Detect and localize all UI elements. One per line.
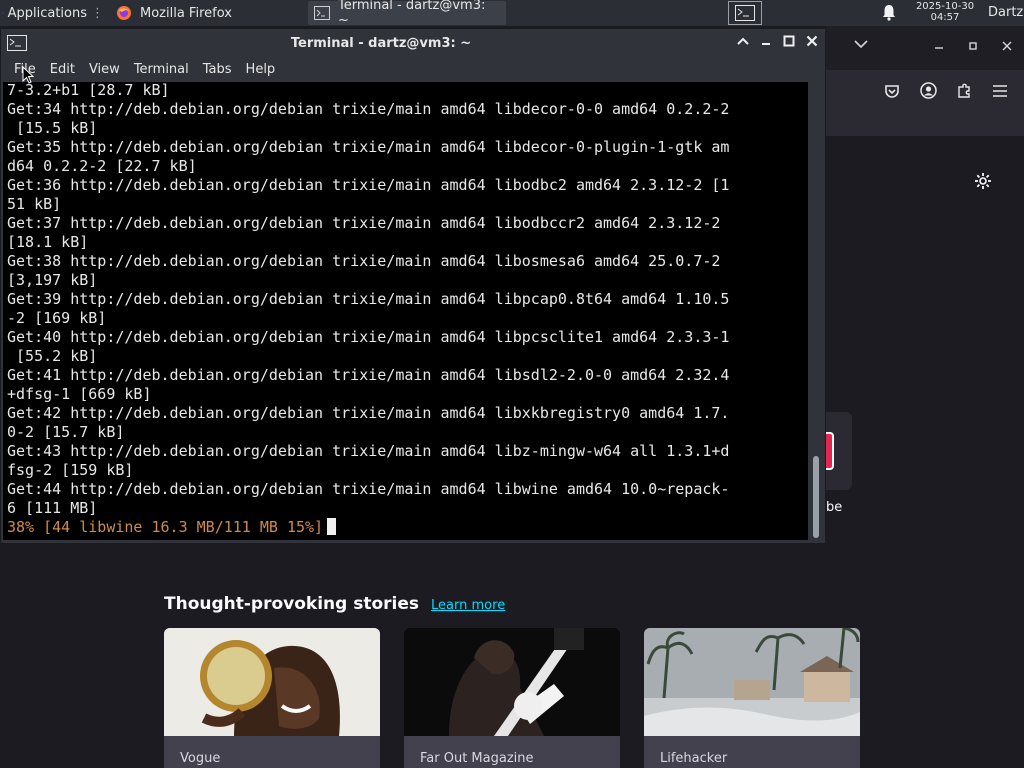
learn-more-link[interactable]: Learn more xyxy=(431,598,505,613)
terminal-line: [55.2 kB] xyxy=(7,347,98,365)
notification-bell-icon[interactable] xyxy=(881,4,897,25)
story-image xyxy=(404,628,620,736)
scrollbar-thumb[interactable] xyxy=(813,456,819,538)
pocket-icon[interactable] xyxy=(884,83,900,103)
menu-edit[interactable]: Edit xyxy=(43,62,82,77)
terminal-line: Get:42 http://deb.debian.org/debian trix… xyxy=(7,404,730,422)
terminal-line: d64 0.2.2-2 [22.7 kB] xyxy=(7,157,197,175)
minimize-icon[interactable] xyxy=(758,35,774,51)
story-image xyxy=(644,628,860,736)
maximize-icon[interactable] xyxy=(968,40,978,55)
clock-date: 2025-10-30 xyxy=(915,1,975,12)
terminal-progress-line: 38% [44 libwine 16.3 MB/111 MB 15%] xyxy=(7,518,729,537)
terminal-output[interactable]: 7-3.2+b1 [28.7 kB] Get:34 http://deb.debi… xyxy=(3,82,808,540)
terminal-line: Get:44 http://deb.debian.org/debian trix… xyxy=(7,480,730,498)
terminal-line: [15.5 kB] xyxy=(7,119,98,137)
user-menu[interactable]: Dartz xyxy=(988,5,1023,20)
terminal-line: 51 kB] xyxy=(7,195,62,213)
maximize-icon[interactable] xyxy=(781,35,797,51)
stories-title: Thought-provoking stories xyxy=(164,594,420,614)
firefox-toolbar-extension xyxy=(826,114,1024,136)
menu-tabs[interactable]: Tabs xyxy=(196,62,239,77)
hamburger-menu-icon[interactable] xyxy=(992,83,1008,102)
story-source: Far Out Magazine xyxy=(420,751,534,766)
terminal-line: Get:37 http://deb.debian.org/debian trix… xyxy=(7,214,721,232)
firefox-tabbar xyxy=(826,26,1024,70)
close-icon[interactable] xyxy=(1002,40,1012,55)
story-card[interactable]: Vogue xyxy=(164,628,380,768)
taskbar-item-label: Mozilla Firefox xyxy=(140,5,232,21)
applications-label: Applications xyxy=(7,5,87,21)
xfce-logo-icon xyxy=(2,12,4,14)
terminal-line: Get:38 http://deb.debian.org/debian trix… xyxy=(7,252,721,270)
firefox-icon xyxy=(117,6,131,20)
terminal-line: Get:41 http://deb.debian.org/debian trix… xyxy=(7,366,730,384)
terminal-window: Terminal - dartz@vm3: ~ File Edit View T… xyxy=(0,28,826,544)
menu-separator-icon: ⋮ xyxy=(91,5,104,21)
terminal-launcher-button[interactable] xyxy=(728,1,762,25)
settings-gear-icon[interactable] xyxy=(974,172,992,194)
taskbar-item-terminal[interactable]: Terminal - dartz@vm3: ~ xyxy=(308,0,506,28)
terminal-line: 6 [111 MB] xyxy=(7,499,98,517)
menu-help[interactable]: Help xyxy=(239,62,283,77)
minimize-icon[interactable] xyxy=(934,40,944,55)
taskbar-item-label: Terminal - dartz@vm3: ~ xyxy=(337,0,486,28)
terminal-line: 0-2 [15.7 kB] xyxy=(7,423,125,441)
shade-chevron-up-icon[interactable] xyxy=(735,35,751,51)
terminal-line: Get:34 http://deb.debian.org/debian trix… xyxy=(7,100,730,118)
clock-time: 04:57 xyxy=(930,12,960,23)
terminal-line: fsg-2 [159 kB] xyxy=(7,461,134,479)
story-image xyxy=(164,628,380,736)
applications-menu-button[interactable]: Applications ⋮ xyxy=(0,0,108,26)
taskbar: Applications ⋮ Mozilla Firefox Terminal … xyxy=(0,0,1024,28)
text-cursor xyxy=(327,518,337,535)
terminal-icon xyxy=(735,5,755,21)
list-all-tabs-chevron-down-icon[interactable] xyxy=(854,38,868,53)
terminal-line: Get:40 http://deb.debian.org/debian trix… xyxy=(7,328,730,346)
firefox-toolbar xyxy=(826,70,1024,114)
stories-header: Thought-provoking stories Learn more xyxy=(164,594,505,614)
terminal-icon xyxy=(314,6,330,20)
close-icon[interactable] xyxy=(804,35,820,51)
terminal-title: Terminal - dartz@vm3: ~ xyxy=(290,35,472,51)
account-icon[interactable] xyxy=(920,82,937,103)
terminal-line: Get:35 http://deb.debian.org/debian trix… xyxy=(7,138,730,156)
mouse-pointer-icon xyxy=(22,66,34,84)
terminal-scrollbar[interactable] xyxy=(810,82,823,540)
terminal-line: Get:36 http://deb.debian.org/debian trix… xyxy=(7,176,730,194)
terminal-line: [18.1 kB] xyxy=(7,233,89,251)
taskbar-item-firefox[interactable]: Mozilla Firefox xyxy=(110,1,306,25)
terminal-line: +dfsg-1 [669 kB] xyxy=(7,385,152,403)
terminal-line: Get:39 http://deb.debian.org/debian trix… xyxy=(7,290,730,308)
terminal-line: 7-3.2+b1 [28.7 kB] xyxy=(7,82,170,99)
terminal-line: -2 [169 kB] xyxy=(7,309,107,327)
story-card[interactable]: Far Out Magazine xyxy=(404,628,620,768)
terminal-line: Get:43 http://deb.debian.org/debian trix… xyxy=(7,442,730,460)
terminal-text: 7-3.2+b1 [28.7 kB] Get:34 http://deb.debi… xyxy=(7,82,729,537)
download-progress-text: 38% [44 libwine 16.3 MB/111 MB 15%] xyxy=(7,518,324,536)
clock[interactable]: 2025-10-30 04:57 xyxy=(910,1,980,23)
extensions-icon[interactable] xyxy=(956,82,973,103)
terminal-titlebar[interactable]: Terminal - dartz@vm3: ~ xyxy=(1,29,825,57)
story-source: Lifehacker xyxy=(660,751,728,766)
shortcut-tile-label: be xyxy=(826,500,843,515)
shortcut-logo-icon xyxy=(826,432,834,470)
story-card[interactable]: Lifehacker xyxy=(644,628,860,768)
menu-view[interactable]: View xyxy=(82,62,127,77)
terminal-menubar: File Edit View Terminal Tabs Help xyxy=(1,57,825,81)
terminal-line: [3,197 kB] xyxy=(7,271,98,289)
story-source: Vogue xyxy=(180,751,221,766)
menu-terminal[interactable]: Terminal xyxy=(127,62,196,77)
